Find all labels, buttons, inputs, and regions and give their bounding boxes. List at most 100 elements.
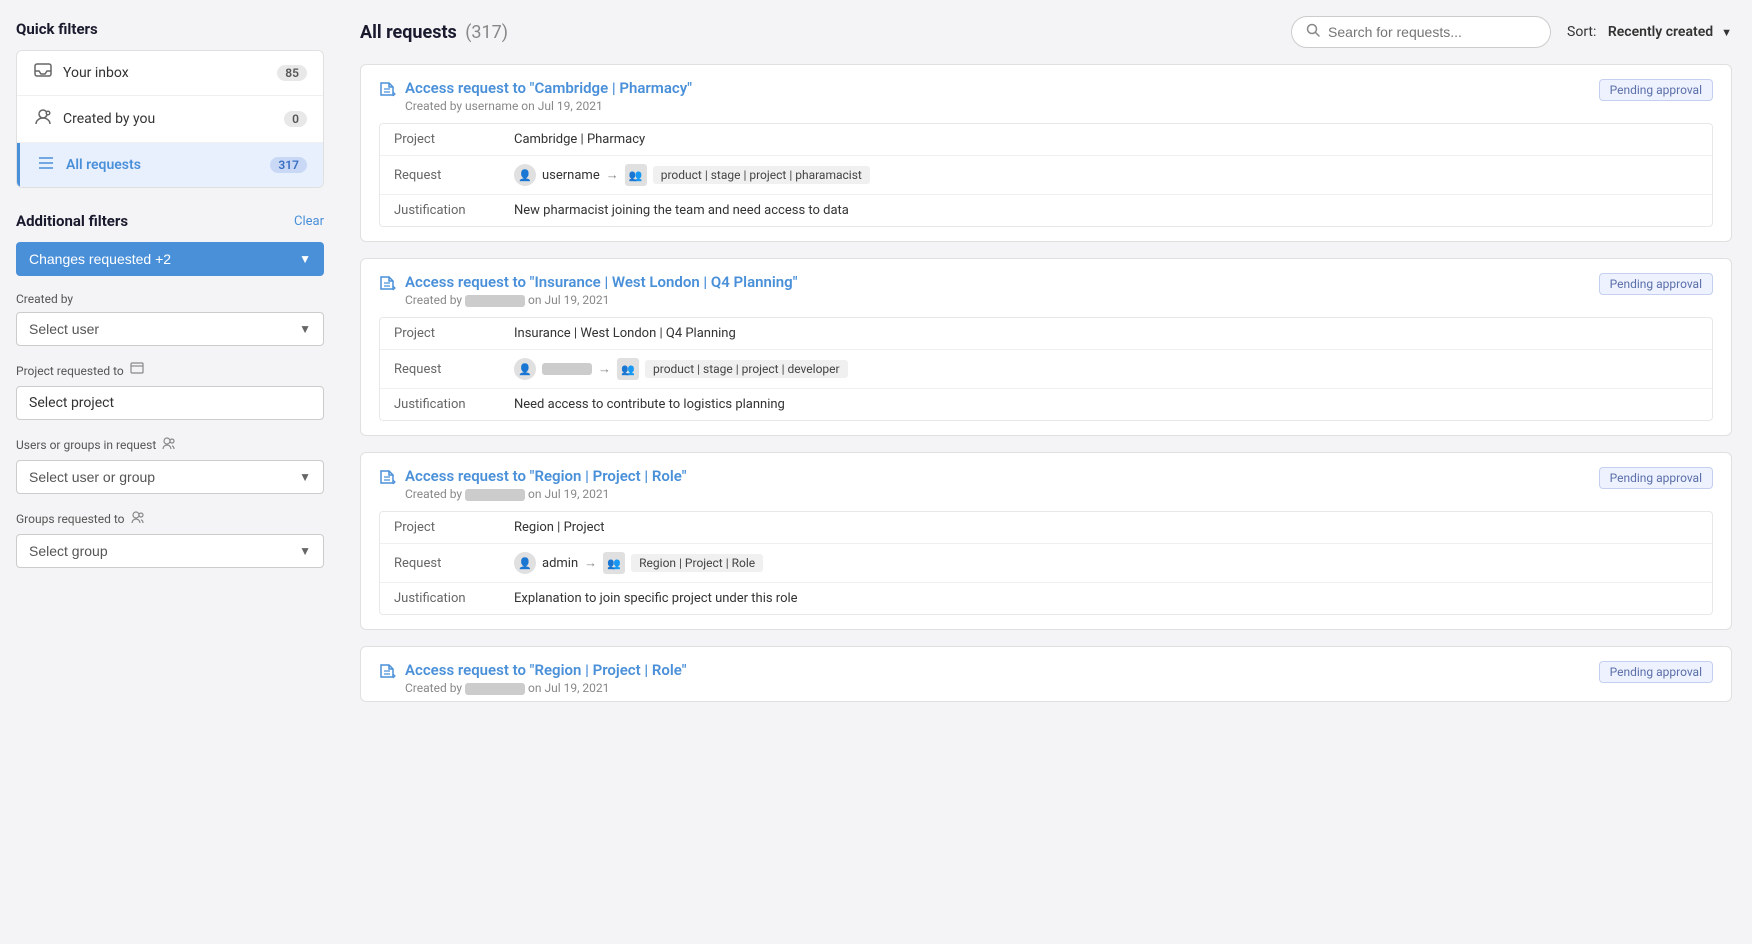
card-header: Access request to "Insurance | West Lond… — [361, 259, 1731, 313]
sidebar-item-created-by-you[interactable]: Created by you 0 — [17, 96, 323, 143]
created-by-you-label: Created by you — [63, 111, 274, 127]
table-row: Project Cambridge | Pharmacy — [380, 124, 1712, 156]
inbox-label: Your inbox — [63, 65, 267, 81]
table-row: Request 👤 → 👥 product | stage | project … — [380, 350, 1712, 389]
request-value: 👤 → 👥 product | stage | project | develo… — [514, 358, 848, 380]
justification-value: New pharmacist joining the team and need… — [514, 203, 849, 218]
blurred-username — [465, 295, 525, 307]
arrow-icon: → — [584, 555, 597, 571]
additional-filters-header: Additional filters Clear — [16, 212, 324, 230]
card-title-text: Access request to "Cambridge | Pharmacy"… — [405, 79, 692, 113]
users-groups-label: Users or groups in request — [16, 436, 324, 454]
group-icon: 👥 — [617, 358, 639, 380]
groups-icon — [131, 510, 145, 528]
card-body: Project Insurance | West London | Q4 Pla… — [379, 317, 1713, 421]
request-icon — [379, 469, 397, 489]
card-title-link[interactable]: Access request to "Cambridge | Pharmacy" — [405, 79, 692, 97]
main-header: All requests (317) Sort: Recently create… — [360, 16, 1732, 48]
sort-chevron: ▼ — [1721, 26, 1732, 39]
card-header: Access request to "Region | Project | Ro… — [361, 647, 1731, 701]
additional-filters-title: Additional filters — [16, 212, 128, 230]
project-value: Cambridge | Pharmacy — [514, 132, 645, 147]
request-value: 👤 admin → 👥 Region | Project | Role — [514, 552, 763, 574]
inbox-badge: 85 — [277, 65, 307, 81]
search-box[interactable] — [1291, 16, 1551, 48]
sort-control[interactable]: Sort: Recently created ▼ — [1567, 24, 1732, 40]
card-title-link[interactable]: Access request to "Region | Project | Ro… — [405, 467, 687, 485]
main-content: All requests (317) Sort: Recently create… — [340, 0, 1752, 944]
justification-value: Explanation to join specific project und… — [514, 591, 798, 606]
card-header: Access request to "Cambridge | Pharmacy"… — [361, 65, 1731, 119]
select-project-placeholder: Select project — [29, 395, 114, 411]
card-title-link[interactable]: Access request to "Region | Project | Ro… — [405, 661, 687, 679]
table-row: Project Region | Project — [380, 512, 1712, 544]
users-groups-section: Users or groups in request Select user o… — [16, 436, 324, 494]
request-icon — [379, 81, 397, 101]
request-value: 👤 username → 👥 product | stage | project… — [514, 164, 870, 186]
project-label: Project — [394, 132, 514, 147]
users-groups-icon — [162, 436, 176, 454]
request-card: Access request to "Region | Project | Ro… — [360, 646, 1732, 702]
changes-requested-dropdown[interactable]: Changes requested +2 ▼ — [16, 242, 324, 276]
select-user-dropdown[interactable]: Select user ▼ — [16, 312, 324, 346]
table-row: Project Insurance | West London | Q4 Pla… — [380, 318, 1712, 350]
arrow-icon: → — [606, 167, 619, 183]
blurred-user — [542, 363, 592, 375]
changes-requested-label: Changes requested +2 — [29, 251, 171, 267]
select-project-input[interactable]: Select project — [16, 386, 324, 420]
project-requested-label: Project requested to — [16, 362, 324, 380]
groups-requested-section: Groups requested to Select group ▼ — [16, 510, 324, 568]
card-title-area: Access request to "Region | Project | Ro… — [379, 661, 687, 695]
status-badge: Pending approval — [1599, 79, 1713, 101]
sidebar-item-inbox[interactable]: Your inbox 85 — [17, 51, 323, 96]
clear-link[interactable]: Clear — [294, 214, 324, 229]
inbox-icon — [33, 63, 53, 83]
sidebar-item-all-requests[interactable]: All requests 317 — [17, 143, 323, 187]
quick-filters-title: Quick filters — [16, 20, 324, 38]
select-group-chevron: ▼ — [299, 544, 311, 558]
select-user-chevron: ▼ — [299, 322, 311, 336]
select-group-dropdown[interactable]: Select group ▼ — [16, 534, 324, 568]
card-body: Project Region | Project Request 👤 admin… — [379, 511, 1713, 615]
justification-label: Justification — [394, 397, 514, 412]
card-subtitle: Created by on Jul 19, 2021 — [405, 487, 687, 501]
blurred-username — [465, 683, 525, 695]
table-row: Request 👤 username → 👥 product | stage |… — [380, 156, 1712, 195]
card-title-area: Access request to "Insurance | West Lond… — [379, 273, 797, 307]
select-user-placeholder: Select user — [29, 321, 99, 337]
group-icon: 👥 — [625, 164, 647, 186]
card-title-text: Access request to "Region | Project | Ro… — [405, 661, 687, 695]
role-tag: Region | Project | Role — [631, 554, 763, 572]
card-title-link[interactable]: Access request to "Insurance | West Lond… — [405, 273, 797, 291]
project-label: Project — [394, 326, 514, 341]
quick-filters-box: Your inbox 85 Created by you 0 All reque… — [16, 50, 324, 188]
select-user-group-chevron: ▼ — [299, 470, 311, 484]
table-row: Justification Explanation to join specif… — [380, 583, 1712, 614]
project-value: Region | Project — [514, 520, 605, 535]
request-card: Access request to "Insurance | West Lond… — [360, 258, 1732, 436]
table-row: Justification New pharmacist joining the… — [380, 195, 1712, 226]
blurred-username — [465, 489, 525, 501]
changes-requested-section: Changes requested +2 ▼ — [16, 242, 324, 276]
project-value: Insurance | West London | Q4 Planning — [514, 326, 736, 341]
table-row: Justification Need access to contribute … — [380, 389, 1712, 420]
justification-label: Justification — [394, 591, 514, 606]
select-group-placeholder: Select group — [29, 543, 108, 559]
search-input[interactable] — [1328, 24, 1536, 40]
arrow-icon: → — [598, 361, 611, 377]
card-title-area: Access request to "Cambridge | Pharmacy"… — [379, 79, 692, 113]
request-label: Request — [394, 556, 514, 571]
select-user-group-dropdown[interactable]: Select user or group ▼ — [16, 460, 324, 494]
request-label: Request — [394, 362, 514, 377]
card-subtitle: Created by on Jul 19, 2021 — [405, 681, 687, 695]
justification-label: Justification — [394, 203, 514, 218]
request-label: Request — [394, 168, 514, 183]
card-header: Access request to "Region | Project | Ro… — [361, 453, 1731, 507]
card-subtitle: Created by username on Jul 19, 2021 — [405, 99, 692, 113]
request-card: Access request to "Region | Project | Ro… — [360, 452, 1732, 630]
card-title-text: Access request to "Region | Project | Ro… — [405, 467, 687, 501]
created-by-section: Created by Select user ▼ — [16, 292, 324, 346]
project-requested-section: Project requested to Select project — [16, 362, 324, 420]
main-title: All requests (317) — [360, 22, 508, 43]
justification-value: Need access to contribute to logistics p… — [514, 397, 785, 412]
